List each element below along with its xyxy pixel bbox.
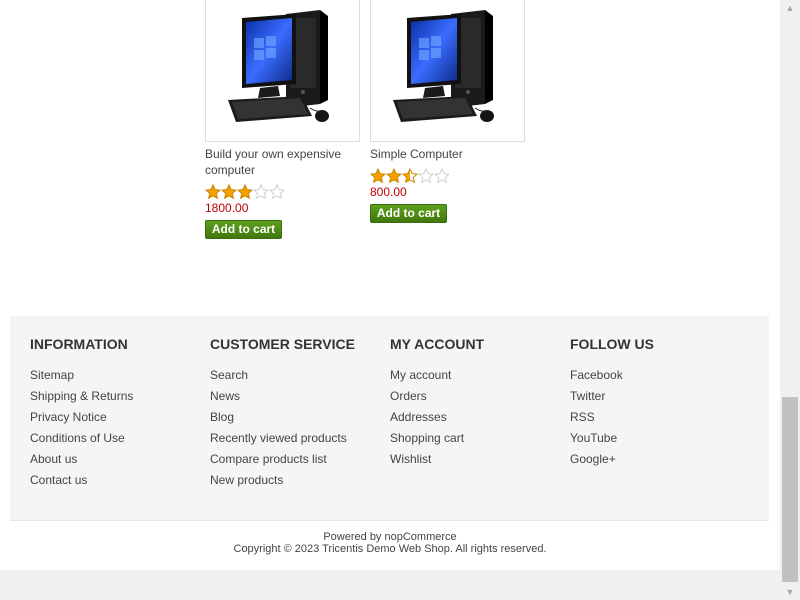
footer-link[interactable]: Wishlist [390, 452, 431, 466]
powered-by-label: Powered by nopCommerce [323, 531, 457, 543]
page-background [0, 570, 780, 600]
footer-link[interactable]: Orders [390, 389, 427, 403]
footer-heading: MY ACCOUNT [390, 336, 485, 352]
footer-link[interactable]: Recently viewed products [210, 431, 347, 445]
footer-link-item: About us [30, 449, 133, 470]
footer-link[interactable]: YouTube [570, 431, 617, 445]
footer-link-item: Recently viewed products [210, 428, 347, 449]
footer-link[interactable]: Sitemap [30, 368, 74, 382]
star-icon [370, 168, 386, 184]
star-icon [434, 168, 450, 184]
star-icon [253, 184, 269, 200]
footer-link[interactable]: RSS [570, 410, 595, 424]
footer-link[interactable]: About us [30, 452, 77, 466]
footer-heading: INFORMATION [30, 336, 128, 352]
page: Build your own expensive computer 1800.0… [0, 0, 780, 570]
product-item: Build your own expensive computer 1800.0… [205, 0, 361, 239]
footer-link-item: Twitter [570, 386, 623, 407]
footer-link[interactable]: Search [210, 368, 248, 382]
product-title-link[interactable]: Simple Computer [370, 146, 520, 162]
footer-link[interactable]: Contact us [30, 473, 87, 487]
footer-link[interactable]: Blog [210, 410, 234, 424]
footer-link[interactable]: My account [390, 368, 451, 382]
footer-link-item: New products [210, 470, 347, 491]
star-icon [269, 184, 285, 200]
vertical-scrollbar[interactable]: ▲ ▼ [780, 0, 800, 600]
star-icon [386, 168, 402, 184]
footer-link-item: Wishlist [390, 449, 464, 470]
footer-link-item: Google+ [570, 449, 623, 470]
product-item: Simple Computer 800.00 Add to cart [370, 0, 526, 223]
footer-link[interactable]: Facebook [570, 368, 623, 382]
add-to-cart-button[interactable]: Add to cart [205, 220, 282, 239]
footer-link[interactable]: Twitter [570, 389, 605, 403]
footer-link[interactable]: Conditions of Use [30, 431, 125, 445]
footer-link-item: Contact us [30, 470, 133, 491]
footer-link-item: YouTube [570, 428, 623, 449]
computer-product-image [393, 10, 494, 122]
footer-link-item: Orders [390, 386, 464, 407]
footer-link-item: Shopping cart [390, 428, 464, 449]
footer-link-item: RSS [570, 407, 623, 428]
star-icon [418, 168, 434, 184]
product-rating [205, 184, 361, 200]
footer-heading: FOLLOW US [570, 336, 654, 352]
add-to-cart-button[interactable]: Add to cart [370, 204, 447, 223]
footer-link[interactable]: Google+ [570, 452, 616, 466]
scroll-up-arrow-icon[interactable]: ▲ [780, 0, 800, 16]
star-icon [205, 184, 221, 200]
footer-link-list: My account Orders Addresses Shopping cart Wi… [390, 365, 464, 470]
product-price: 1800.00 [205, 201, 249, 215]
product-image-link[interactable] [205, 0, 360, 142]
footer-link-item: Privacy Notice [30, 407, 133, 428]
footer-link-item: Conditions of Use [30, 428, 133, 449]
star-icon [221, 184, 237, 200]
footer-link[interactable]: Shopping cart [390, 431, 464, 445]
product-image-link[interactable] [370, 0, 525, 142]
footer-link-item: Addresses [390, 407, 464, 428]
copyright-text: Copyright © 2023 Tricentis Demo Web Shop… [233, 543, 547, 555]
footer-link-list: Facebook Twitter RSS YouTube Google+ [570, 365, 623, 470]
footer-link-item: News [210, 386, 347, 407]
footer-link-item: Sitemap [30, 365, 133, 386]
footer-link-item: Blog [210, 407, 347, 428]
footer-link-item: Shipping & Returns [30, 386, 133, 407]
star-icon [402, 168, 418, 184]
footer-link-list: Sitemap Shipping & Returns Privacy Notice C… [30, 365, 133, 491]
footer-heading: CUSTOMER SERVICE [210, 336, 355, 352]
footer-link[interactable]: Addresses [390, 410, 447, 424]
footer-link[interactable]: Compare products list [210, 452, 327, 466]
computer-product-image [228, 10, 329, 122]
footer-link-item: My account [390, 365, 464, 386]
footer-link-item: Facebook [570, 365, 623, 386]
product-rating [370, 168, 526, 184]
footer-link[interactable]: Shipping & Returns [30, 389, 133, 403]
footer-link-list: Search News Blog Recently viewed products Co… [210, 365, 347, 491]
footer-link[interactable]: Privacy Notice [30, 410, 107, 424]
footer: INFORMATION Sitemap Shipping & Returns Pri… [10, 316, 769, 520]
footer-link-item: Search [210, 365, 347, 386]
product-price: 800.00 [370, 185, 407, 199]
footer-divider [10, 520, 769, 521]
footer-link[interactable]: News [210, 389, 240, 403]
product-title-link[interactable]: Build your own expensive computer [205, 146, 355, 178]
footer-link[interactable]: New products [210, 473, 283, 487]
footer-link-item: Compare products list [210, 449, 347, 470]
scrollbar-thumb[interactable] [782, 397, 798, 582]
scroll-down-arrow-icon[interactable]: ▼ [780, 584, 800, 600]
star-icon [237, 184, 253, 200]
